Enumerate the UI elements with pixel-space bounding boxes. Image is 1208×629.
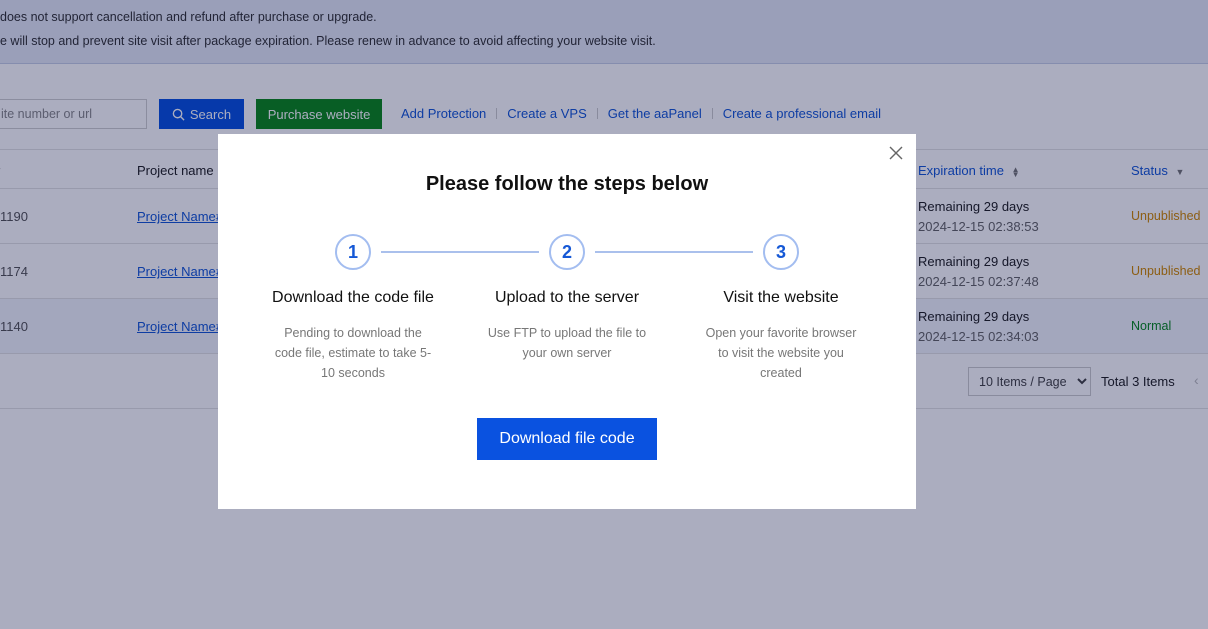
step-connector: [595, 251, 753, 253]
step-description-visit: Open your favorite browser to visit the …: [705, 326, 857, 380]
step-title-visit: Visit the website: [723, 289, 839, 306]
step-title-download: Download the code file: [272, 289, 434, 306]
step-title-upload: Upload to the server: [494, 289, 640, 306]
step-number-1: 1: [335, 234, 371, 270]
step-description-download: Pending to download the code file, estim…: [274, 326, 432, 380]
step-description-upload: Use FTP to upload the file to your own s…: [487, 326, 647, 360]
close-icon[interactable]: [888, 145, 904, 161]
download-file-code-button[interactable]: Download file code: [477, 418, 657, 460]
steps-modal: Please follow the steps below 1 2 3 Down…: [218, 134, 916, 509]
modal-title: Please follow the steps below: [425, 173, 709, 195]
step-number-2: 2: [549, 234, 585, 270]
step-connector: [381, 251, 539, 253]
step-number-3: 3: [763, 234, 799, 270]
